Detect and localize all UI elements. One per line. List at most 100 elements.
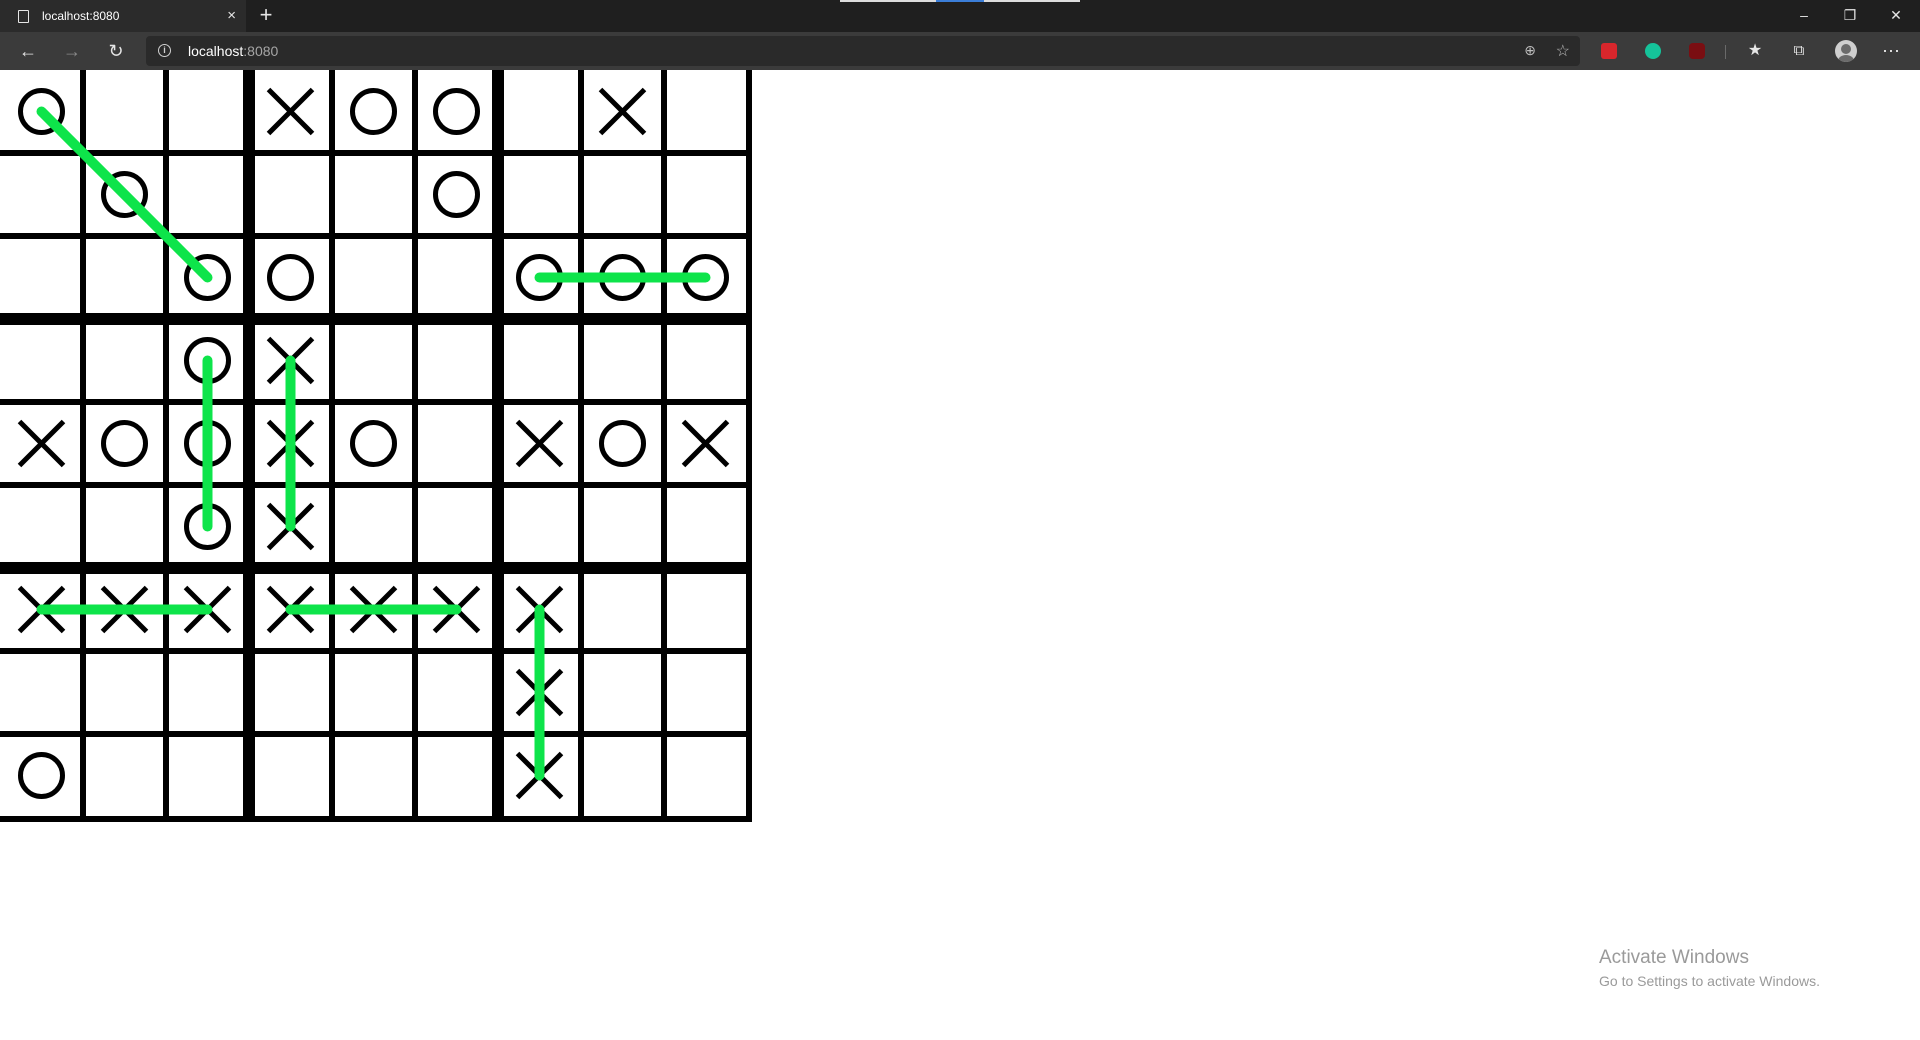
tab-strip: localhost:8080 × + – ❐ ✕ [0, 0, 1920, 32]
board-cell-r5-c8[interactable] [664, 485, 747, 568]
board-cell-r7-c5[interactable] [415, 651, 498, 734]
board-edge-right [746, 70, 752, 822]
ublock-icon[interactable] [1689, 43, 1705, 59]
board-cell-r2-c5[interactable] [415, 236, 498, 319]
restore-button[interactable]: ❐ [1827, 0, 1873, 30]
board-cell-r2-c1[interactable] [83, 236, 166, 319]
grammarly-icon[interactable] [1645, 43, 1661, 59]
address-bar[interactable]: i localhost:8080 ⊕ ☆ [146, 36, 1580, 66]
board-cell-r3-c5[interactable] [415, 319, 498, 402]
board-cell-r4-c7[interactable] [581, 402, 664, 485]
url-port: :8080 [243, 43, 279, 59]
board-cell-r3-c7[interactable] [581, 319, 664, 402]
board-cell-r2-c0[interactable] [0, 236, 83, 319]
major-grid-line-v [492, 70, 504, 822]
board-cell-r0-c5[interactable] [415, 70, 498, 153]
board-cell-r4-c5[interactable] [415, 402, 498, 485]
board-cell-r1-c0[interactable] [0, 153, 83, 236]
more-menu-icon[interactable]: ⋯ [1877, 39, 1905, 63]
board-cell-r3-c0[interactable] [0, 319, 83, 402]
tab-strip-indicator [840, 0, 1080, 2]
major-grid-line-v [243, 70, 255, 822]
board-cell-r6-c8[interactable] [664, 568, 747, 651]
board-edge-bottom [0, 816, 752, 822]
minimize-button[interactable]: – [1781, 0, 1827, 30]
board-cell-r8-c1[interactable] [83, 734, 166, 817]
board-cell-r1-c5[interactable] [415, 153, 498, 236]
board-cell-r7-c2[interactable] [166, 651, 249, 734]
board-cell-r7-c3[interactable] [249, 651, 332, 734]
minor-grid-line-v [80, 70, 86, 822]
board-cell-r7-c4[interactable] [332, 651, 415, 734]
browser-toolbar: ← → ↻ i localhost:8080 ⊕ ☆ ★ ⧉ ⋯ [0, 32, 1920, 70]
minor-grid-line-h [0, 399, 752, 405]
board-cell-r8-c7[interactable] [581, 734, 664, 817]
board-cell-r7-c0[interactable] [0, 651, 83, 734]
collections-icon[interactable]: ⧉ [1785, 39, 1813, 63]
profile-avatar[interactable] [1835, 40, 1857, 62]
board-cell-r1-c4[interactable] [332, 153, 415, 236]
board-cell-r3-c8[interactable] [664, 319, 747, 402]
new-tab-button[interactable]: + [254, 3, 278, 27]
board-cell-r2-c4[interactable] [332, 236, 415, 319]
board-cell-r1-c3[interactable] [249, 153, 332, 236]
major-grid-line-h [0, 313, 752, 325]
board-cell-r8-c8[interactable] [664, 734, 747, 817]
board-cell-r0-c2[interactable] [166, 70, 249, 153]
board-cell-r1-c2[interactable] [166, 153, 249, 236]
site-info-icon[interactable]: i [158, 44, 171, 57]
board-cell-r8-c2[interactable] [166, 734, 249, 817]
activate-windows-watermark: Activate Windows Go to Settings to activ… [1599, 947, 1820, 989]
board-cell-r4-c4[interactable] [332, 402, 415, 485]
minor-grid-line-h [0, 482, 752, 488]
board-cell-r8-c0[interactable] [0, 734, 83, 817]
url-host: localhost [188, 43, 244, 59]
favorites-icon[interactable]: ★ [1741, 39, 1769, 63]
board-cell-r7-c8[interactable] [664, 651, 747, 734]
board-cell-r0-c4[interactable] [332, 70, 415, 153]
add-favorite-icon[interactable]: ☆ [1556, 41, 1570, 61]
toolbar-separator [1725, 45, 1726, 59]
board-cell-r5-c0[interactable] [0, 485, 83, 568]
minor-grid-line-v [578, 70, 584, 822]
back-arrow-icon[interactable]: ← [14, 39, 42, 63]
board-cell-r7-c1[interactable] [83, 651, 166, 734]
minor-grid-line-h [0, 648, 752, 654]
board-cell-r1-c6[interactable] [498, 153, 581, 236]
board-cell-r1-c7[interactable] [581, 153, 664, 236]
minor-grid-line-v [661, 70, 667, 822]
board-cell-r0-c8[interactable] [664, 70, 747, 153]
forward-arrow-icon[interactable]: → [58, 39, 86, 63]
close-tab-icon[interactable]: × [227, 7, 236, 24]
board-cell-r5-c1[interactable] [83, 485, 166, 568]
board-cell-r8-c4[interactable] [332, 734, 415, 817]
board-cell-r5-c6[interactable] [498, 485, 581, 568]
board-cell-r6-c7[interactable] [581, 568, 664, 651]
refresh-icon[interactable]: ↻ [102, 39, 130, 63]
board-cell-r3-c4[interactable] [332, 319, 415, 402]
page-icon [18, 9, 29, 23]
zoom-icon[interactable]: ⊕ [1524, 42, 1536, 59]
board-cell-r3-c6[interactable] [498, 319, 581, 402]
board-cell-r5-c7[interactable] [581, 485, 664, 568]
board-cell-r2-c3[interactable] [249, 236, 332, 319]
close-window-button[interactable]: ✕ [1873, 0, 1919, 30]
board-cell-r1-c8[interactable] [664, 153, 747, 236]
tab-strip-accent [936, 0, 984, 2]
board-cell-r7-c7[interactable] [581, 651, 664, 734]
browser-tab[interactable]: localhost:8080 × [0, 0, 246, 32]
board-cell-r5-c4[interactable] [332, 485, 415, 568]
url-text[interactable]: localhost:8080 [188, 43, 278, 59]
board-cell-r3-c1[interactable] [83, 319, 166, 402]
ultimate-tic-tac-toe-board[interactable] [0, 70, 752, 822]
board-cell-r8-c5[interactable] [415, 734, 498, 817]
board-cell-r0-c6[interactable] [498, 70, 581, 153]
board-cell-r5-c5[interactable] [415, 485, 498, 568]
board-cell-r8-c3[interactable] [249, 734, 332, 817]
board-cell-r0-c1[interactable] [83, 70, 166, 153]
watermark-subtitle: Go to Settings to activate Windows. [1599, 973, 1820, 989]
board-cell-r4-c1[interactable] [83, 402, 166, 485]
minor-grid-line-v [163, 70, 169, 822]
extension-red-icon[interactable] [1601, 43, 1617, 59]
major-grid-line-h [0, 562, 752, 574]
